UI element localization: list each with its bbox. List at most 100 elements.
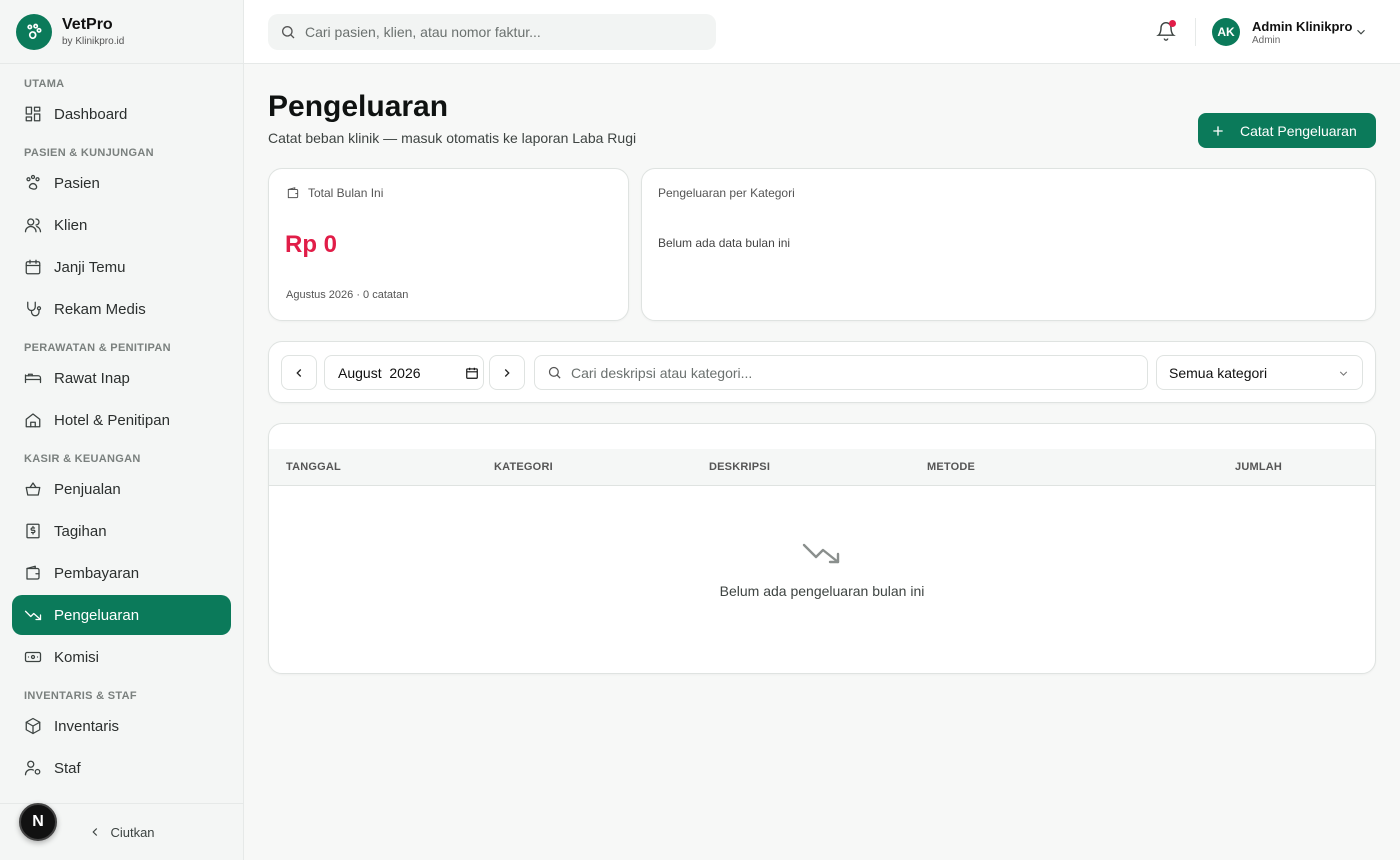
prev-month-button[interactable]	[281, 355, 317, 390]
users-icon	[24, 218, 42, 233]
sidebar-item-hotel[interactable]: Hotel & Penitipan	[12, 400, 231, 440]
sidebar-item-label: Pembayaran	[54, 564, 140, 582]
page-subtitle: Catat beban klinik — masuk otomatis ke l…	[268, 130, 637, 146]
divider	[1195, 18, 1196, 46]
sidebar-item-label: Tagihan	[54, 522, 107, 540]
notifications-button[interactable]	[1156, 20, 1178, 43]
sidebar-item-label: Pasien	[54, 174, 100, 192]
brand-subtitle: by Klinikpro.id	[62, 36, 125, 47]
stethoscope-icon	[27, 301, 42, 317]
column-header[interactable]: TANGGAL	[286, 461, 341, 473]
topbar: AK Admin Klinikpro Admin	[244, 0, 1400, 64]
sidebar-item-label: Komisi	[54, 648, 100, 666]
home-icon	[25, 413, 41, 428]
calendar-icon	[466, 367, 478, 379]
chevron-left-icon	[92, 828, 98, 836]
page-title: Pengeluaran	[268, 90, 449, 123]
category-card: Pengeluaran per Kategori Belum ada data …	[641, 168, 1376, 321]
section-title-kasir: KASIR & KEUANGAN	[24, 453, 141, 465]
wallet-icon	[287, 187, 299, 199]
box-icon	[25, 717, 41, 735]
plus-icon	[1213, 125, 1223, 136]
collapse-label: Ciutkan	[110, 824, 155, 840]
brand[interactable]: VetPro by Klinikpro.id	[0, 0, 243, 64]
paw-logo-icon	[16, 13, 52, 50]
banknote-icon	[24, 651, 42, 663]
trending-down-icon	[802, 543, 840, 564]
wallet-icon	[26, 565, 40, 580]
section-title-pasien: PASIEN & KUNJUNGAN	[24, 147, 154, 159]
sidebar-item-label: Dashboard	[54, 105, 128, 123]
column-header[interactable]: JUMLAH	[1235, 461, 1282, 473]
sidebar-item-tagihan[interactable]: Tagihan	[12, 511, 231, 551]
user-cog-icon	[24, 760, 41, 776]
sidebar-item-janji-temu[interactable]: Janji Temu	[12, 247, 231, 287]
chevron-down-icon[interactable]	[1354, 25, 1368, 39]
global-search[interactable]	[268, 14, 716, 50]
expense-search[interactable]	[534, 355, 1148, 390]
add-expense-label: Catat Pengeluaran	[1240, 122, 1357, 139]
trending-down-icon	[24, 610, 42, 621]
column-header[interactable]: KATEGORI	[494, 461, 553, 473]
sidebar-item-label: Klien	[54, 216, 88, 234]
calendar-icon	[25, 259, 41, 275]
category-select-value: Semua kategori	[1169, 364, 1268, 381]
sidebar-item-inventaris[interactable]: Inventaris	[12, 706, 231, 746]
global-search-input[interactable]	[305, 24, 705, 40]
column-header[interactable]: DESKRIPSI	[709, 461, 770, 473]
user-name[interactable]: Admin Klinikpro	[1252, 19, 1352, 34]
chevron-right-icon	[504, 368, 510, 377]
avatar[interactable]: AK	[1212, 18, 1240, 46]
sidebar-item-label: Hotel & Penitipan	[54, 411, 170, 429]
sidebar-item-komisi[interactable]: Komisi	[12, 637, 231, 677]
user-role: Admin	[1252, 35, 1281, 46]
sidebar-nav: UTAMA Dashboard PASIEN & KUNJUNGAN Pasie…	[0, 64, 243, 788]
invoice-icon	[26, 523, 40, 539]
sidebar-item-pengeluaran[interactable]: Pengeluaran	[12, 595, 231, 635]
section-title-perawatan: PERAWATAN & PENITIPAN	[24, 342, 171, 354]
sidebar: VetPro by Klinikpro.id UTAMA Dashboard P…	[0, 0, 244, 860]
total-value: Rp 0	[285, 231, 338, 258]
section-title-utama: UTAMA	[24, 78, 65, 90]
total-label: Total Bulan Ini	[308, 186, 384, 200]
sidebar-item-label: Staf	[54, 759, 81, 777]
search-icon	[548, 366, 561, 379]
sidebar-item-rekam-medis[interactable]: Rekam Medis	[12, 289, 231, 329]
sidebar-item-klien[interactable]: Klien	[12, 205, 231, 245]
notification-dot	[1169, 20, 1176, 27]
sidebar-item-pasien[interactable]: Pasien	[12, 163, 231, 203]
sidebar-item-label: Pengeluaran	[54, 606, 140, 624]
filter-bar: August 2026 Semua kategori	[268, 341, 1376, 403]
sidebar-item-label: Penjualan	[54, 480, 121, 498]
table-header: TANGGAL KATEGORI DESKRIPSI METODE JUMLAH	[269, 449, 1375, 486]
empty-state-text: Belum ada pengeluaran bulan ini	[719, 583, 925, 599]
total-footnote: Agustus 2026 · 0 catatan	[286, 289, 409, 301]
total-month-card: Total Bulan Ini Rp 0 Agustus 2026 · 0 ca…	[268, 168, 629, 321]
expense-search-input[interactable]	[571, 364, 1131, 381]
brand-name: VetPro	[62, 16, 113, 33]
basket-icon	[25, 482, 41, 496]
paw-icon	[26, 174, 40, 190]
sidebar-item-pembayaran[interactable]: Pembayaran	[12, 553, 231, 593]
expense-table: TANGGAL KATEGORI DESKRIPSI METODE JUMLAH…	[268, 423, 1376, 674]
month-picker[interactable]: August 2026	[324, 355, 484, 390]
sidebar-item-staf[interactable]: Staf	[12, 748, 231, 788]
sidebar-item-label: Rawat Inap	[54, 369, 130, 387]
sidebar-item-label: Rekam Medis	[54, 300, 146, 318]
sidebar-item-label: Inventaris	[54, 717, 120, 735]
sidebar-item-label: Janji Temu	[54, 258, 126, 276]
dashboard-icon	[25, 106, 41, 122]
sidebar-item-dashboard[interactable]: Dashboard	[12, 94, 231, 134]
category-select[interactable]: Semua kategori	[1156, 355, 1363, 390]
category-empty-text: Belum ada data bulan ini	[658, 236, 791, 250]
next-month-button[interactable]	[489, 355, 525, 390]
sidebar-item-rawat-inap[interactable]: Rawat Inap	[12, 358, 231, 398]
column-header[interactable]: METODE	[927, 461, 975, 473]
sidebar-item-penjualan[interactable]: Penjualan	[12, 469, 231, 509]
bed-icon	[24, 373, 42, 384]
category-label: Pengeluaran per Kategori	[658, 186, 795, 200]
chevron-left-icon	[296, 368, 302, 377]
add-expense-button[interactable]: Catat Pengeluaran	[1198, 113, 1376, 148]
dev-tools-badge[interactable]: N	[19, 803, 57, 841]
month-value: August 2026	[338, 364, 421, 381]
